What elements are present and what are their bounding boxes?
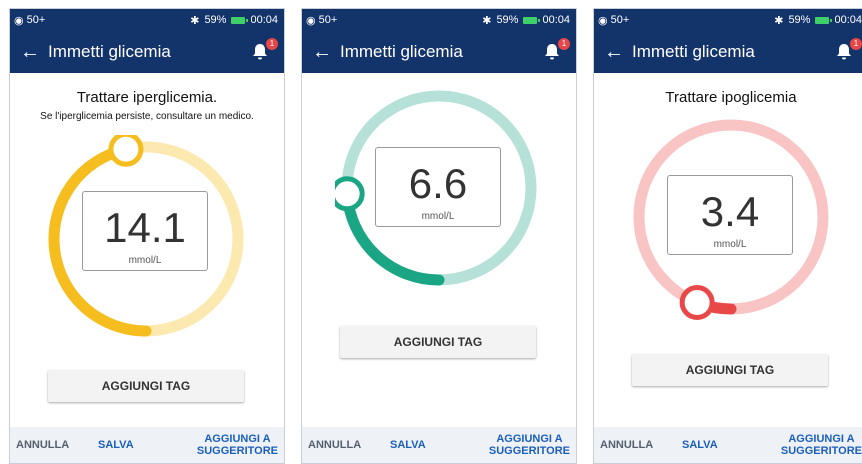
add-to-suggester-button[interactable]: AGGIUNGI A SUGGERITORE xyxy=(489,433,570,457)
notification-badge: 1 xyxy=(266,38,278,50)
footer-bar: ANNULLA SALVA AGGIUNGI A SUGGERITORE xyxy=(594,427,862,463)
signal-text: 50+ xyxy=(610,14,630,26)
alarm-icon: ◉ xyxy=(598,14,608,27)
notification-badge: 1 xyxy=(850,38,862,50)
page-title: Immetti glicemia xyxy=(632,42,755,61)
add-to-suggester-line1: AGGIUNGI A xyxy=(204,433,271,445)
save-button[interactable]: SALVA xyxy=(390,439,426,451)
message-subtitle: Se l'iperglicemia persiste, consultare u… xyxy=(40,111,254,122)
cancel-button[interactable]: ANNULLA xyxy=(600,439,653,451)
clock: 00:04 xyxy=(542,14,570,26)
footer-bar: ANNULLA SALVA AGGIUNGI A SUGGERITORE xyxy=(302,427,576,463)
cancel-button[interactable]: ANNULLA xyxy=(308,439,361,451)
glucose-value: 3.4 xyxy=(700,188,760,235)
add-to-suggester-line2: SUGGERITORE xyxy=(196,445,278,457)
footer-bar: ANNULLA SALVA AGGIUNGI A SUGGERITORE xyxy=(10,427,284,463)
ring-handle xyxy=(108,135,144,167)
glucose-unit: mmol/L xyxy=(713,239,747,250)
glucose-value-box[interactable]: 14.1 mmol/L xyxy=(82,191,208,271)
notification-badge: 1 xyxy=(558,38,570,50)
glucose-unit: mmol/L xyxy=(128,255,162,266)
cancel-button[interactable]: ANNULLA xyxy=(16,439,69,451)
battery-icon xyxy=(815,16,833,24)
message-title: Trattare ipoglicemia xyxy=(665,89,797,106)
battery-icon xyxy=(523,16,541,24)
screen-hyperglycemia: ◉ 50+ ✱ 59% 00:04 ← Immetti glicemia 1 Trat… xyxy=(9,8,285,464)
add-to-suggester-line2: SUGGERITORE xyxy=(780,445,862,457)
notifications-button[interactable]: 1 xyxy=(544,38,570,63)
bluetooth-icon: ✱ xyxy=(190,14,200,27)
alarm-icon: ◉ xyxy=(306,14,316,27)
status-bar: ◉ 50+ ✱ 59% 00:04 xyxy=(594,9,862,31)
battery-percent: 59% xyxy=(496,14,519,26)
clock: 00:04 xyxy=(250,14,278,26)
ring-handle xyxy=(679,285,715,321)
add-to-suggester-button[interactable]: AGGIUNGI A SUGGERITORE xyxy=(781,433,862,457)
app-header: ← Immetti glicemia 1 xyxy=(10,31,284,73)
glucose-value: 6.6 xyxy=(408,160,468,207)
battery-percent: 59% xyxy=(788,14,811,26)
notifications-button[interactable]: 1 xyxy=(836,38,862,63)
app-header: ← Immetti glicemia 1 xyxy=(302,31,576,73)
back-arrow-icon[interactable]: ← xyxy=(20,41,48,64)
screen-hypoglycemia: ◉ 50+ ✱ 59% 00:04 ← Immetti glicemia 1 Trat… xyxy=(593,8,862,464)
glucose-value: 14.1 xyxy=(104,204,186,251)
glucose-value-box[interactable]: 3.4 mmol/L xyxy=(667,175,793,255)
add-tag-button[interactable]: AGGIUNGI TAG xyxy=(48,370,244,402)
page-title: Immetti glicemia xyxy=(48,42,171,61)
status-bar: ◉ 50+ ✱ 59% 00:04 xyxy=(10,9,284,31)
add-to-suggester-line2: SUGGERITORE xyxy=(488,445,570,457)
add-to-suggester-button[interactable]: AGGIUNGI A SUGGERITORE xyxy=(197,433,278,457)
notifications-button[interactable]: 1 xyxy=(252,38,278,63)
add-to-suggester-line1: AGGIUNGI A xyxy=(788,433,855,445)
glucose-unit: mmol/L xyxy=(421,211,455,222)
clock: 00:04 xyxy=(834,14,862,26)
back-arrow-icon[interactable]: ← xyxy=(312,41,340,64)
page-title: Immetti glicemia xyxy=(340,42,463,61)
app-header: ← Immetti glicemia 1 xyxy=(594,31,862,73)
status-bar: ◉ 50+ ✱ 59% 00:04 xyxy=(302,9,576,31)
add-tag-button[interactable]: AGGIUNGI TAG xyxy=(340,326,536,358)
signal-text: 50+ xyxy=(26,14,46,26)
back-arrow-icon[interactable]: ← xyxy=(604,41,632,64)
battery-percent: 59% xyxy=(204,14,227,26)
add-to-suggester-line1: AGGIUNGI A xyxy=(496,433,563,445)
save-button[interactable]: SALVA xyxy=(98,439,134,451)
message-title: Trattare iperglicemia. xyxy=(76,89,218,106)
glucose-value-box[interactable]: 6.6 mmol/L xyxy=(375,147,501,227)
alarm-icon: ◉ xyxy=(14,14,24,27)
save-button[interactable]: SALVA xyxy=(682,439,718,451)
signal-text: 50+ xyxy=(318,14,338,26)
screen-normal: ◉ 50+ ✱ 59% 00:04 ← Immetti glicemia 1 6.6 … xyxy=(301,8,577,464)
ring-handle xyxy=(335,176,365,212)
bluetooth-icon: ✱ xyxy=(774,14,784,27)
bluetooth-icon: ✱ xyxy=(482,14,492,27)
battery-icon xyxy=(231,16,249,24)
add-tag-button[interactable]: AGGIUNGI TAG xyxy=(632,354,828,386)
